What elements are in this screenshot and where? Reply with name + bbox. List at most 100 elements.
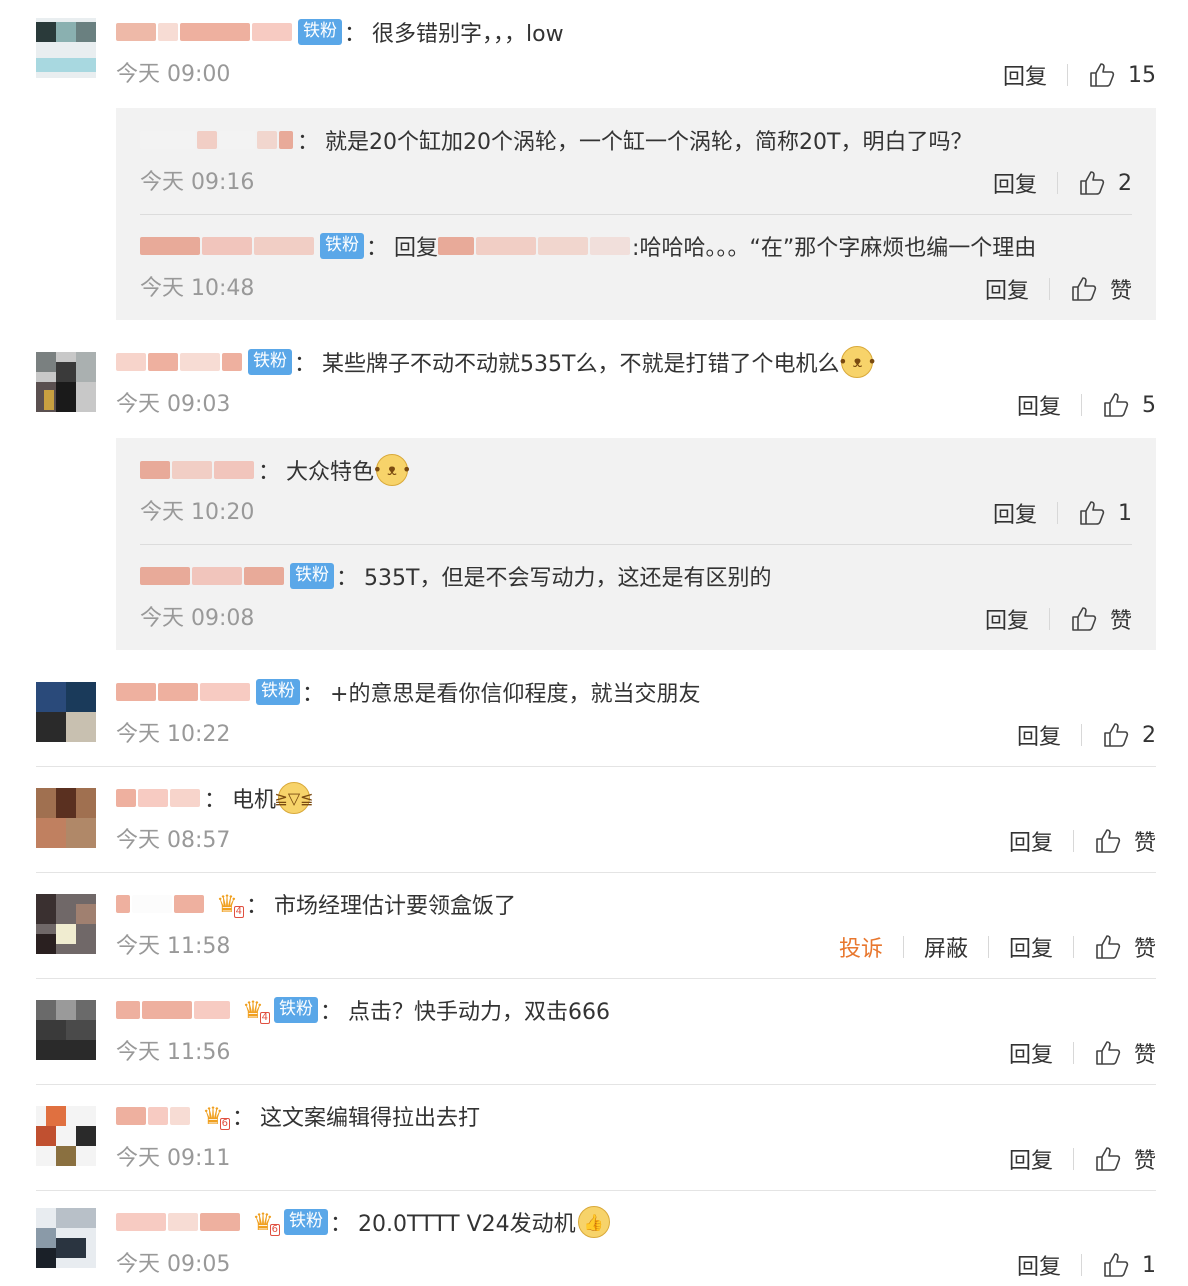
like-button[interactable]: 赞 bbox=[1094, 931, 1156, 963]
comment-text: +的意思是看你信仰程度，就当交朋友 bbox=[330, 682, 701, 707]
divider bbox=[1057, 502, 1058, 524]
like-button[interactable]: 赞 bbox=[1094, 1037, 1156, 1069]
divider bbox=[1072, 936, 1074, 958]
avatar[interactable] bbox=[36, 1106, 96, 1166]
thumbs-up-icon bbox=[1080, 501, 1105, 525]
avatar[interactable] bbox=[36, 1208, 96, 1268]
username-redacted[interactable] bbox=[116, 996, 232, 1024]
like-count: 2 bbox=[1118, 170, 1132, 196]
reply-button[interactable]: 回复 bbox=[1017, 1249, 1061, 1281]
like-button[interactable]: 赞 bbox=[1070, 273, 1132, 305]
fan-badge: 铁粉 bbox=[298, 19, 342, 45]
mentioned-user-redacted[interactable] bbox=[438, 232, 632, 260]
thumbs-up-icon bbox=[1090, 63, 1115, 87]
like-count: 1 bbox=[1142, 1252, 1156, 1278]
username-redacted[interactable] bbox=[140, 232, 316, 260]
timestamp: 今天 09:05 bbox=[116, 1252, 231, 1277]
vip-crown-icon: ♛ 4 bbox=[242, 996, 270, 1024]
fan-badge: 铁粉 bbox=[284, 1209, 328, 1235]
username-redacted[interactable] bbox=[116, 1102, 192, 1130]
reply-button[interactable]: 回复 bbox=[1017, 389, 1061, 421]
divider bbox=[1072, 1148, 1074, 1170]
comment-divider bbox=[36, 766, 1156, 767]
like-button[interactable]: 赞 bbox=[1094, 825, 1156, 857]
doge-emoji-icon: • ᴥ • bbox=[373, 454, 411, 486]
comment-text: :哈哈哈。。。“在”那个字麻烦也编一个理由 bbox=[632, 236, 1037, 261]
reply-button[interactable]: 回复 bbox=[985, 273, 1029, 305]
reply-button[interactable]: 回复 bbox=[985, 603, 1029, 635]
block-button[interactable]: 屏蔽 bbox=[924, 931, 968, 963]
thumbs-up-icon bbox=[1096, 1147, 1121, 1171]
divider bbox=[902, 936, 904, 958]
divider bbox=[1057, 172, 1058, 194]
divider bbox=[1067, 64, 1068, 86]
username-redacted[interactable] bbox=[116, 678, 252, 706]
like-button[interactable]: 15 bbox=[1088, 61, 1156, 89]
avatar[interactable] bbox=[36, 352, 96, 412]
username-redacted[interactable] bbox=[116, 1208, 242, 1236]
timestamp: 今天 09:11 bbox=[116, 1146, 231, 1171]
laugh-cry-emoji-icon: ≧▽≦ bbox=[274, 782, 314, 814]
like-label: 赞 bbox=[1133, 831, 1156, 856]
reply-button[interactable]: 回复 bbox=[993, 167, 1037, 199]
like-button[interactable]: 5 bbox=[1102, 391, 1156, 419]
comment-text: 点击？快手动力，双击666 bbox=[348, 1000, 611, 1025]
username-redacted[interactable] bbox=[140, 562, 286, 590]
thumbs-up-icon bbox=[1096, 1041, 1121, 1065]
username-redacted[interactable] bbox=[116, 784, 202, 812]
reply-button[interactable]: 回复 bbox=[1017, 719, 1061, 751]
username-redacted[interactable] bbox=[140, 456, 256, 484]
like-button[interactable]: 2 bbox=[1102, 721, 1156, 749]
reply-button[interactable]: 回复 bbox=[1009, 1037, 1053, 1069]
avatar[interactable] bbox=[36, 788, 96, 848]
thumbs-up-icon bbox=[1096, 935, 1121, 959]
like-button[interactable]: 1 bbox=[1102, 1251, 1156, 1279]
comment-text: 这文案编辑得拉出去打 bbox=[260, 1106, 481, 1131]
divider bbox=[1081, 724, 1082, 746]
divider bbox=[1072, 1042, 1074, 1064]
like-button[interactable]: 1 bbox=[1078, 499, 1132, 527]
like-label: 赞 bbox=[1109, 279, 1132, 304]
vip-crown-icon: ♛ 6 bbox=[202, 1102, 230, 1130]
timestamp: 今天 09:00 bbox=[116, 62, 231, 87]
vip-crown-icon: ♛ 4 bbox=[216, 890, 244, 918]
timestamp: 今天 11:58 bbox=[116, 934, 231, 959]
avatar[interactable] bbox=[36, 894, 96, 954]
reply-divider bbox=[140, 544, 1132, 545]
reply-button[interactable]: 回复 bbox=[1009, 825, 1053, 857]
timestamp: 今天 10:20 bbox=[140, 500, 255, 525]
fan-badge: 铁粉 bbox=[248, 349, 292, 375]
username-redacted[interactable] bbox=[116, 890, 206, 918]
reply-button[interactable]: 回复 bbox=[1009, 1143, 1053, 1175]
comment-text: 电机 bbox=[232, 788, 277, 813]
username-redacted[interactable] bbox=[116, 18, 294, 46]
thumbs-up-icon bbox=[1104, 1253, 1129, 1277]
avatar[interactable] bbox=[36, 682, 96, 742]
comment-text: 就是20个缸加20个涡轮，一个缸一个涡轮，简称20T，明白了吗？ bbox=[325, 130, 973, 155]
fan-badge: 铁粉 bbox=[256, 679, 300, 705]
divider bbox=[1081, 1254, 1082, 1276]
like-button[interactable]: 赞 bbox=[1070, 603, 1132, 635]
reply-prefix: 回复 bbox=[394, 236, 439, 261]
username-redacted[interactable] bbox=[116, 348, 244, 376]
like-button[interactable]: 2 bbox=[1078, 169, 1132, 197]
thumbs-up-icon bbox=[1104, 723, 1129, 747]
divider bbox=[1048, 278, 1050, 300]
timestamp: 今天 11:56 bbox=[116, 1040, 231, 1065]
thumbs-up-icon bbox=[1072, 607, 1097, 631]
report-button[interactable]: 投诉 bbox=[839, 931, 883, 963]
thumbs-up-icon bbox=[1080, 171, 1105, 195]
vip-crown-icon: ♛ 6 bbox=[252, 1208, 280, 1236]
avatar[interactable] bbox=[36, 1000, 96, 1060]
divider bbox=[1081, 394, 1082, 416]
thumbs-up-icon bbox=[1104, 393, 1129, 417]
reply-button[interactable]: 回复 bbox=[1003, 59, 1047, 91]
reply-button[interactable]: 回复 bbox=[1009, 931, 1053, 963]
timestamp: 今天 09:16 bbox=[140, 170, 255, 195]
avatar[interactable] bbox=[36, 18, 96, 78]
comment-divider bbox=[36, 1084, 1156, 1085]
timestamp: 今天 10:48 bbox=[140, 276, 255, 301]
like-button[interactable]: 赞 bbox=[1094, 1143, 1156, 1175]
reply-button[interactable]: 回复 bbox=[993, 497, 1037, 529]
username-redacted[interactable] bbox=[140, 126, 295, 154]
